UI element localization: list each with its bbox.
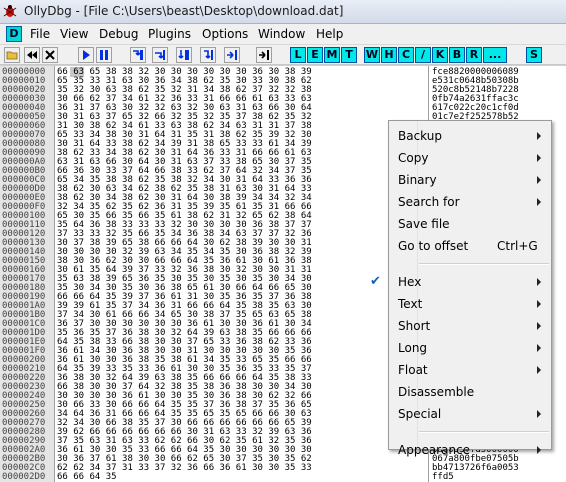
context-menu-item-hex[interactable]: Hex ✔ — [370, 271, 550, 293]
window-title: OllyDbg - [File C:\Users\beast\Desktop\d… — [24, 4, 344, 18]
submenu-arrow-icon — [537, 446, 541, 454]
context-menu-item-save-file[interactable]: Save file — [390, 213, 550, 235]
close-icon — [45, 50, 55, 60]
menu-item-label: Copy — [398, 151, 429, 165]
run-button[interactable] — [78, 47, 94, 63]
go-to-button[interactable] — [256, 47, 272, 63]
context-menu-item-search-for[interactable]: Search for — [390, 191, 550, 213]
menu-item-label: Disassemble — [398, 385, 475, 399]
toolbar-cpu-button[interactable]: C — [398, 47, 414, 63]
context-menu-item-copy[interactable]: Copy — [390, 147, 550, 169]
rewind-icon — [27, 51, 37, 59]
submenu-arrow-icon — [537, 366, 541, 374]
trace-over-button[interactable] — [200, 47, 216, 63]
menu-window[interactable]: Window — [258, 27, 305, 41]
folder-open-icon — [6, 51, 18, 60]
menu-item-label: Save file — [398, 217, 450, 231]
toolbar-log-button[interactable]: L — [290, 47, 306, 63]
title-bar: OllyDbg - [File C:\Users\beast\Desktop\d… — [0, 0, 566, 24]
menu-debug[interactable]: Debug — [99, 27, 138, 41]
context-menu-item-long[interactable]: Long — [390, 337, 550, 359]
menu-bar: D File View Debug Plugins Options Window… — [0, 24, 566, 45]
row-hex-bytes[interactable]: 66 66 64 35 — [57, 472, 117, 482]
menu-item-label: Short — [398, 319, 431, 333]
context-menu-item-go-to-offset[interactable]: Go to offset Ctrl+G — [390, 235, 550, 257]
restart-button[interactable] — [24, 47, 40, 63]
execute-till-return-button[interactable] — [224, 47, 240, 63]
context-menu-item-float[interactable]: Float — [390, 359, 550, 381]
menu-separator — [419, 263, 549, 265]
toolbar-handles-button[interactable]: H — [381, 47, 397, 63]
submenu-arrow-icon — [537, 278, 541, 286]
trace-into-button[interactable] — [176, 47, 192, 63]
menu-plugins[interactable]: Plugins — [148, 27, 191, 41]
menu-options[interactable]: Options — [202, 27, 248, 41]
menu-item-label: Binary — [398, 173, 437, 187]
close-button[interactable] — [42, 47, 58, 63]
trace-into-icon — [178, 50, 189, 60]
checkmark-icon: ✔ — [370, 274, 381, 289]
menu-item-label: Special — [398, 407, 442, 421]
open-file-button[interactable] — [4, 47, 20, 63]
menu-view[interactable]: View — [60, 27, 88, 41]
toolbar-source-button[interactable]: S — [526, 47, 542, 63]
step-over-icon — [155, 50, 165, 60]
context-menu-item-short[interactable]: Short — [390, 315, 550, 337]
row-address: 000002D0 — [2, 472, 46, 482]
menu-item-label: Go to offset — [398, 239, 469, 253]
submenu-arrow-icon — [537, 322, 541, 330]
context-menu-item-appearance[interactable]: Appearance — [390, 439, 550, 461]
toolbar-threads-button[interactable]: T — [341, 47, 357, 63]
toolbar-run-trace-button[interactable]: ... — [483, 47, 507, 63]
toolbar-references-button[interactable]: R — [466, 47, 482, 63]
context-menu: Backup Copy Binary Search for Save file Go to… — [370, 120, 552, 457]
step-over-button[interactable] — [152, 47, 168, 63]
toolbar: L E M T W H C / K B R ... S — [0, 45, 566, 65]
dump-row[interactable]: 000002D0 66 66 64 35 ffd5 — [0, 472, 566, 482]
context-menu-item-disassemble[interactable]: Disassemble — [390, 381, 550, 403]
menu-item-label: Text — [398, 297, 423, 311]
menu-item-label: Long — [398, 341, 428, 355]
submenu-arrow-icon — [537, 198, 541, 206]
document-menu-icon[interactable]: D — [6, 26, 22, 42]
context-menu-item-special[interactable]: Special — [390, 403, 550, 425]
toolbar-patches-button[interactable]: / — [415, 47, 431, 63]
step-into-button[interactable] — [130, 47, 146, 63]
goto-arrow-icon — [259, 50, 269, 60]
pause-icon — [100, 50, 108, 60]
context-menu-item-backup[interactable]: Backup — [390, 125, 550, 147]
menu-item-label: Hex — [398, 275, 422, 289]
ollydbg-bug-icon — [3, 5, 17, 17]
play-icon — [83, 50, 90, 60]
submenu-arrow-icon — [537, 176, 541, 184]
toolbar-breakpoints-button[interactable]: B — [449, 47, 465, 63]
context-menu-item-binary[interactable]: Binary — [390, 169, 550, 191]
toolbar-callstack-button[interactable]: K — [432, 47, 448, 63]
submenu-arrow-icon — [537, 300, 541, 308]
menu-help[interactable]: Help — [316, 27, 343, 41]
menu-item-label: Float — [398, 363, 428, 377]
row-ascii[interactable]: ffd5 — [432, 472, 454, 482]
submenu-arrow-icon — [537, 132, 541, 140]
toolbar-memory-button[interactable]: M — [324, 47, 340, 63]
menu-separator — [419, 431, 549, 433]
context-menu-item-text[interactable]: Text — [390, 293, 550, 315]
menu-item-label: Backup — [398, 129, 442, 143]
return-arrow-icon — [227, 50, 237, 60]
toolbar-executables-button[interactable]: E — [307, 47, 323, 63]
menu-item-label: Appearance — [398, 443, 471, 457]
submenu-arrow-icon — [537, 154, 541, 162]
menu-item-shortcut: Ctrl+G — [497, 239, 538, 253]
pause-button[interactable] — [96, 47, 112, 63]
submenu-arrow-icon — [537, 410, 541, 418]
toolbar-windows-button[interactable]: W — [364, 47, 380, 63]
trace-over-icon — [204, 50, 213, 60]
menu-file[interactable]: File — [30, 27, 50, 41]
menu-item-label: Search for — [398, 195, 460, 209]
submenu-arrow-icon — [537, 344, 541, 352]
step-into-icon — [133, 50, 143, 60]
